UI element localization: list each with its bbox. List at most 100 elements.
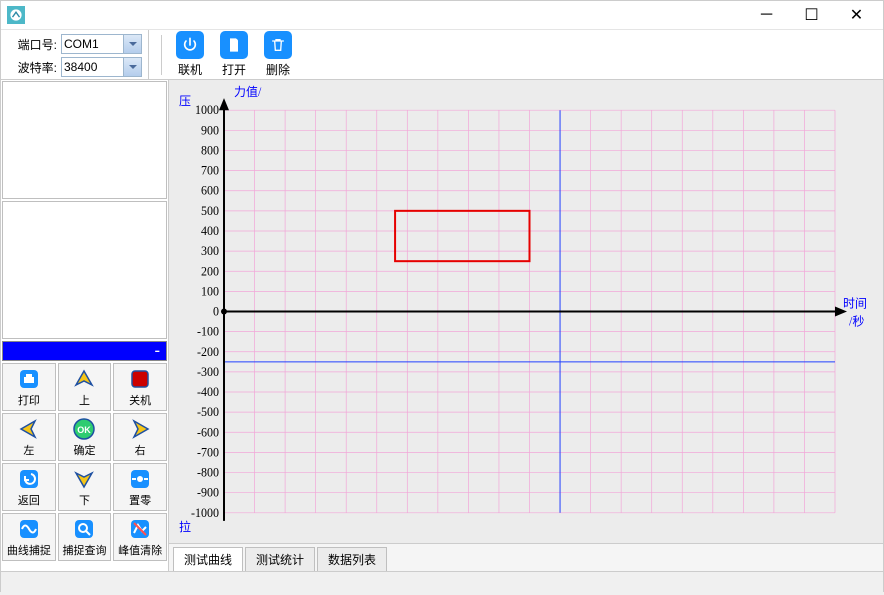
svg-text:1000: 1000 — [195, 103, 219, 117]
separator — [161, 35, 162, 75]
connect-button[interactable]: 联机 — [170, 31, 210, 78]
app-icon — [7, 6, 25, 24]
ok-icon: OK — [72, 417, 96, 441]
chart-svg: 10009008007006005004003002001000-100-200… — [169, 80, 883, 543]
open-label: 打开 — [222, 61, 246, 78]
svg-text:0: 0 — [213, 304, 219, 318]
clear-label: 峰值清除 — [118, 542, 162, 558]
svg-text:900: 900 — [201, 123, 219, 137]
connect-label: 联机 — [178, 61, 202, 78]
svg-text:-100: -100 — [197, 325, 219, 339]
baud-combo-value: 38400 — [64, 60, 97, 74]
chart-area[interactable]: 10009008007006005004003002001000-100-200… — [169, 80, 883, 543]
svg-text:700: 700 — [201, 164, 219, 178]
close-button[interactable]: ✕ — [834, 1, 879, 29]
chevron-down-icon — [123, 35, 141, 53]
svg-text:压: 压 — [179, 94, 191, 108]
query-label: 捕捉查询 — [62, 542, 106, 558]
wave-icon — [17, 517, 41, 541]
svg-text:拉: 拉 — [179, 519, 191, 534]
up-arrow-icon — [72, 367, 96, 391]
power-label: 关机 — [129, 392, 151, 408]
port-label: 端口号: — [7, 36, 57, 53]
svg-text:/秒: /秒 — [849, 315, 864, 329]
curve-capture-button[interactable]: 曲线捕捉 — [2, 513, 56, 561]
port-combo-value: COM1 — [64, 37, 99, 51]
peak-clear-button[interactable]: 峰值清除 — [113, 513, 167, 561]
svg-text:-900: -900 — [197, 486, 219, 500]
back-label: 返回 — [18, 492, 40, 508]
svg-text:400: 400 — [201, 224, 219, 238]
power-icon — [176, 31, 204, 59]
svg-text:-300: -300 — [197, 365, 219, 379]
svg-text:200: 200 — [201, 264, 219, 278]
minimize-button[interactable]: ─ — [744, 1, 789, 29]
left-panel: - 打印 上 关机 左 — [1, 80, 169, 571]
status-bar — [1, 571, 883, 595]
up-label: 上 — [79, 392, 90, 408]
maximize-button[interactable]: ☐ — [789, 1, 834, 29]
svg-text:600: 600 — [201, 184, 219, 198]
tab-stats[interactable]: 测试统计 — [245, 547, 315, 571]
print-button[interactable]: 打印 — [2, 363, 56, 411]
svg-text:-800: -800 — [197, 466, 219, 480]
stop-icon — [128, 367, 152, 391]
ok-button[interactable]: OK 确定 — [58, 413, 112, 461]
svg-text:-500: -500 — [197, 405, 219, 419]
svg-text:300: 300 — [201, 244, 219, 258]
keypad: 打印 上 关机 左 OK — [1, 362, 168, 562]
trash-icon — [264, 31, 292, 59]
baud-label: 波特率: — [7, 59, 57, 76]
power-off-button[interactable]: 关机 — [113, 363, 167, 411]
svg-text:500: 500 — [201, 204, 219, 218]
right-button[interactable]: 右 — [113, 413, 167, 461]
zero-icon — [128, 467, 152, 491]
svg-text:力值/: 力值/ — [234, 84, 262, 99]
up-button[interactable]: 上 — [58, 363, 112, 411]
zero-label: 置零 — [129, 492, 151, 508]
app-window: ─ ☐ ✕ 端口号: COM1 波特率: 38400 — [0, 0, 884, 592]
capture-query-button[interactable]: 捕捉查询 — [58, 513, 112, 561]
tab-curve[interactable]: 测试曲线 — [173, 547, 243, 571]
down-arrow-icon — [72, 467, 96, 491]
search-icon — [72, 517, 96, 541]
print-label: 打印 — [18, 392, 40, 408]
down-label: 下 — [79, 492, 90, 508]
main-toolbar: 联机 打开 删除 — [149, 30, 306, 79]
list-box-2[interactable] — [2, 201, 167, 339]
open-button[interactable]: 打开 — [214, 31, 254, 78]
svg-text:800: 800 — [201, 143, 219, 157]
baud-combo[interactable]: 38400 — [61, 57, 142, 77]
port-combo[interactable]: COM1 — [61, 34, 142, 54]
svg-text:-1000: -1000 — [191, 506, 219, 520]
svg-text:-600: -600 — [197, 425, 219, 439]
list-box-1[interactable] — [2, 81, 167, 199]
svg-text:时间: 时间 — [843, 296, 867, 310]
chart-panel: 10009008007006005004003002001000-100-200… — [169, 80, 883, 571]
right-arrow-icon — [128, 417, 152, 441]
capture-label: 曲线捕捉 — [7, 542, 51, 558]
file-icon — [220, 31, 248, 59]
back-button[interactable]: 返回 — [2, 463, 56, 511]
tab-strip: 测试曲线 测试统计 数据列表 — [169, 543, 883, 571]
down-button[interactable]: 下 — [58, 463, 112, 511]
svg-text:-200: -200 — [197, 345, 219, 359]
print-icon — [17, 367, 41, 391]
delete-button[interactable]: 删除 — [258, 31, 298, 78]
back-icon — [17, 467, 41, 491]
left-button[interactable]: 左 — [2, 413, 56, 461]
port-panel: 端口号: COM1 波特率: 38400 — [1, 30, 149, 79]
numeric-display: - — [2, 341, 167, 361]
svg-text:-700: -700 — [197, 445, 219, 459]
titlebar: ─ ☐ ✕ — [1, 1, 883, 30]
tab-data[interactable]: 数据列表 — [317, 547, 387, 571]
ok-label: 确定 — [73, 442, 95, 458]
svg-text:100: 100 — [201, 284, 219, 298]
peak-clear-icon — [128, 517, 152, 541]
svg-text:-400: -400 — [197, 385, 219, 399]
svg-text:OK: OK — [78, 425, 92, 435]
right-label: 右 — [135, 442, 146, 458]
left-label: 左 — [23, 442, 34, 458]
delete-label: 删除 — [266, 61, 290, 78]
zero-button[interactable]: 置零 — [113, 463, 167, 511]
